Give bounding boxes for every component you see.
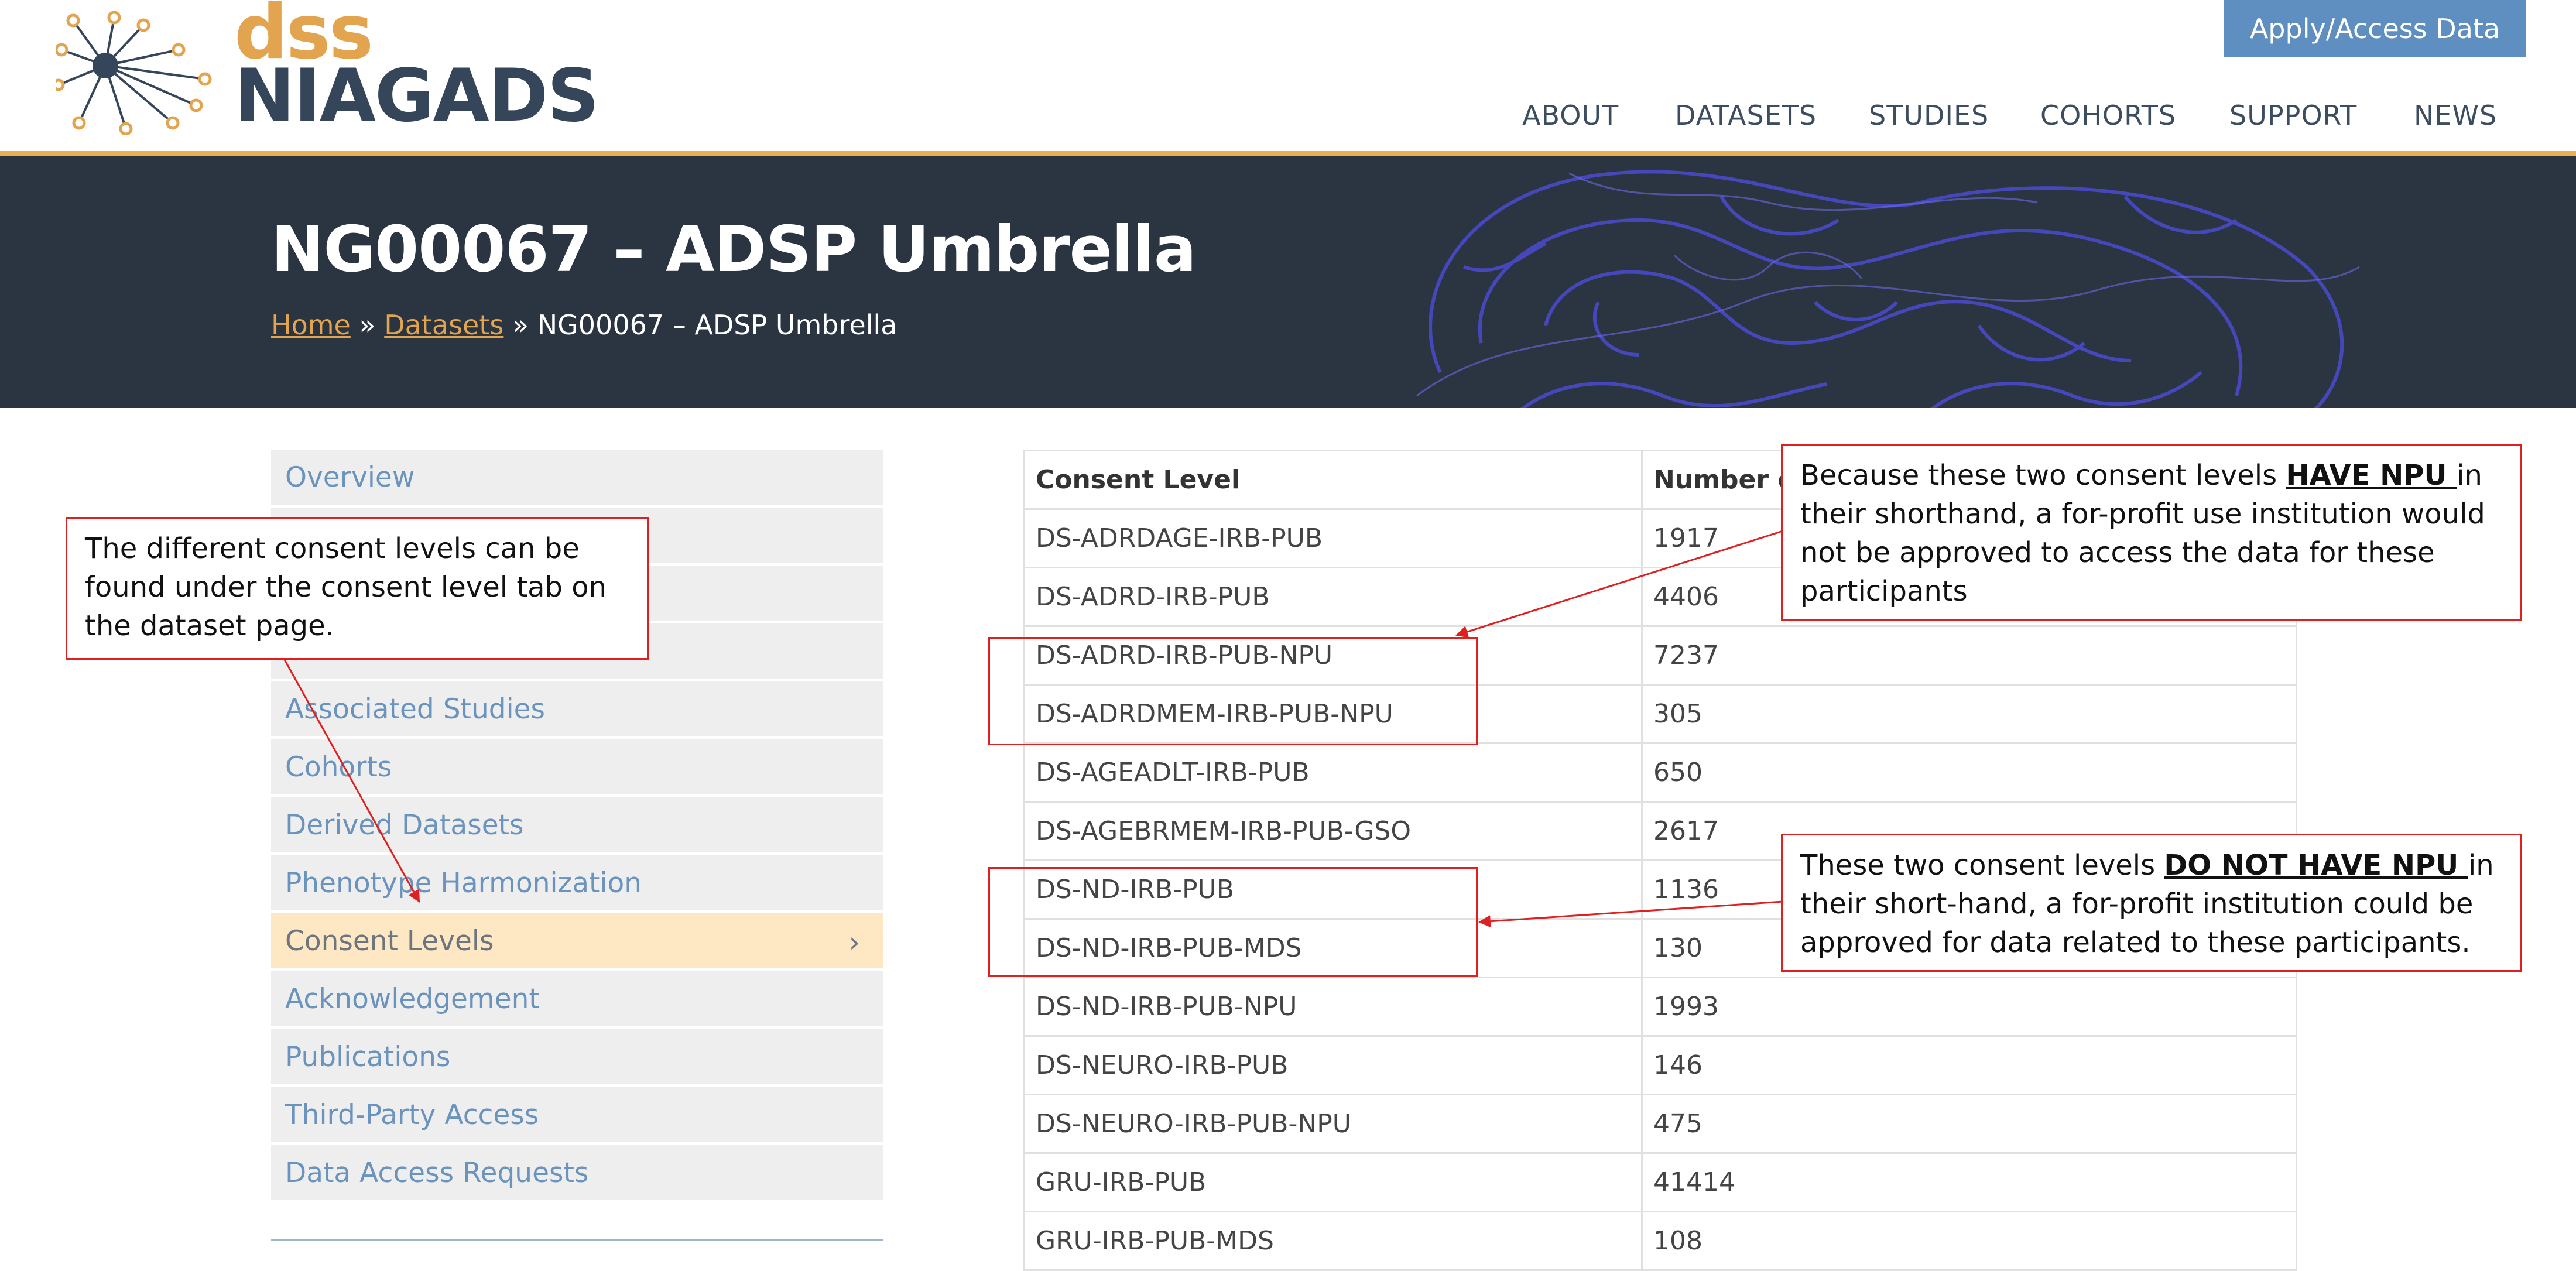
nav-news[interactable]: NEWS [2414,100,2497,131]
sidebar-item-publications[interactable]: Publications [271,1029,883,1084]
sidebar-item-third-party-access[interactable]: Third-Party Access [271,1087,883,1142]
count-cell: 305 [1653,699,1703,729]
consent-level-cell: DS-NEURO-IRB-PUB-NPU [1025,1095,1643,1152]
column-header-consent-level: Consent Level [1025,451,1643,508]
table-row: GRU-IRB-PUB-MDS 108 [1025,1212,2296,1271]
logo-niagads-text[interactable]: NIAGADS [234,60,600,132]
callout-text: These two consent levels [1800,849,2164,882]
consent-level-cell: DS-NEURO-IRB-PUB [1025,1037,1643,1094]
sidebar-next-box-edge [271,1239,883,1245]
consent-level-cell: DS-AGEBRMEM-IRB-PUB-GSO [1025,803,1643,859]
sidebar-item-cohorts[interactable]: Cohorts [271,739,883,794]
count-cell: 1993 [1653,992,1719,1022]
annotation-callout-consent-tab: The different consent levels can be foun… [66,517,649,660]
sidebar-item-acknowledgement[interactable]: Acknowledgement [271,971,883,1026]
breadcrumb-current: NG00067 – ADSP Umbrella [537,309,898,341]
sidebar-item-associated-studies[interactable]: Associated Studies [271,681,883,736]
chevron-right-icon: › [848,926,860,959]
table-row: DS-NEURO-IRB-PUB-NPU 475 [1025,1095,2296,1154]
annotation-callout-have-npu: Because these two consent levels HAVE NP… [1781,444,2522,621]
callout-emphasis: DO NOT HAVE NPU [2164,849,2468,882]
count-cell: 7237 [1653,640,1719,670]
nav-cohorts[interactable]: COHORTS [2040,100,2176,131]
count-cell: 41414 [1653,1167,1735,1197]
count-cell: 146 [1653,1050,1703,1080]
nav-datasets[interactable]: DATASETS [1675,100,1817,131]
table-row: DS-ND-IRB-PUB-NPU 1993 [1025,978,2296,1037]
consent-level-cell: DS-ADRDAGE-IRB-PUB [1025,510,1643,567]
page-banner: NG00067 – ADSP Umbrella Home » Datasets … [0,156,2576,408]
network-logo-icon[interactable] [56,9,214,135]
breadcrumb-separator: » [503,309,537,341]
consent-level-cell: DS-ADRD-IRB-PUB [1025,568,1643,625]
sidebar-item-data-access-requests[interactable]: Data Access Requests [271,1145,883,1200]
consent-level-cell: DS-AGEADLT-IRB-PUB [1025,744,1643,801]
consent-level-cell: DS-ND-IRB-PUB-NPU [1025,978,1643,1035]
callout-text: Because these two consent levels [1800,459,2286,492]
brain-illustration-icon [1416,170,2360,408]
sidebar-item-derived-datasets[interactable]: Derived Datasets [271,797,883,852]
breadcrumb: Home » Datasets » NG00067 – ADSP Umbrell… [271,309,897,341]
page-title: NG00067 – ADSP Umbrella [271,213,1197,286]
consent-level-cell: GRU-IRB-PUB [1025,1154,1643,1211]
apply-access-data-button[interactable]: Apply/Access Data [2224,0,2526,57]
count-cell: 650 [1653,758,1703,787]
highlight-box-non-npu-rows [988,867,1478,977]
table-row: GRU-IRB-PUB 41414 [1025,1154,2296,1212]
site-header: dss NIAGADS Apply/Access Data ABOUT DATA… [0,0,2576,156]
breadcrumb-datasets-link[interactable]: Datasets [384,309,503,341]
sidebar-item-consent-levels[interactable]: Consent Levels › [271,913,883,968]
sidebar-item-phenotype-harmonization[interactable]: Phenotype Harmonization [271,855,883,910]
sidebar-item-overview[interactable]: Overview [271,450,883,505]
count-cell: 108 [1653,1226,1703,1256]
highlight-box-npu-rows [988,637,1478,745]
consent-level-cell: GRU-IRB-PUB-MDS [1025,1212,1643,1269]
callout-emphasis: HAVE NPU [2286,459,2457,492]
annotation-callout-no-npu: These two consent levels DO NOT HAVE NPU… [1781,834,2522,972]
count-cell: 475 [1653,1109,1703,1139]
breadcrumb-home-link[interactable]: Home [271,309,351,341]
table-row: DS-AGEADLT-IRB-PUB 650 [1025,744,2296,803]
breadcrumb-separator: » [350,309,385,341]
nav-support[interactable]: SUPPORT [2229,100,2357,131]
nav-about[interactable]: ABOUT [1522,100,1619,131]
table-row: DS-NEURO-IRB-PUB 146 [1025,1037,2296,1095]
nav-studies[interactable]: STUDIES [1869,100,1989,131]
sidebar-item-label: Consent Levels [285,924,494,957]
